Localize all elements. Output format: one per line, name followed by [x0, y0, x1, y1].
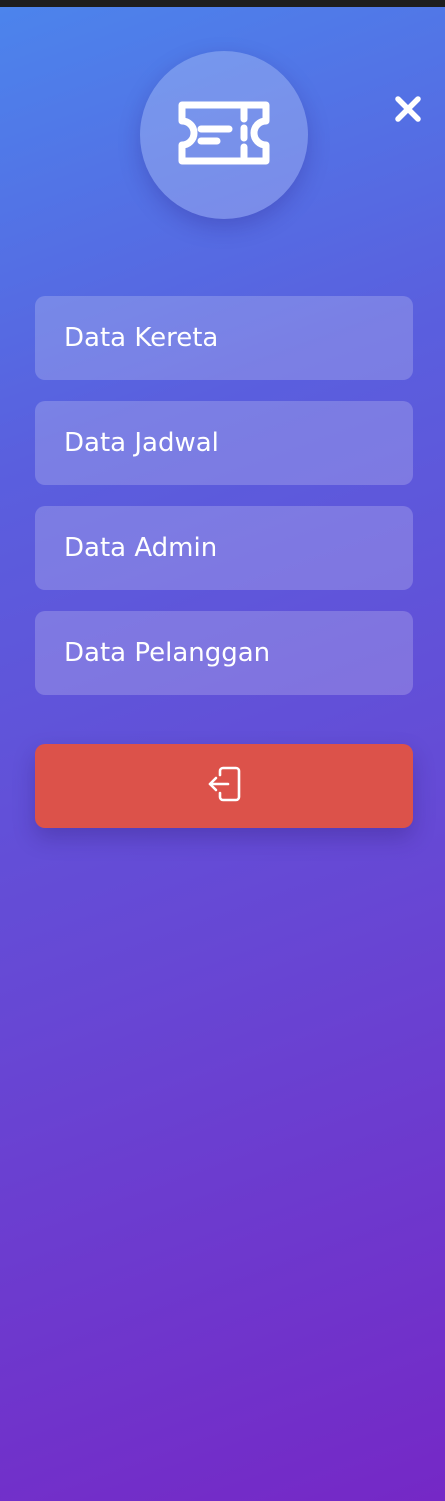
close-icon	[394, 95, 422, 127]
menu-item-data-pelanggan[interactable]: Data Pelanggan	[35, 611, 413, 695]
logout-button[interactable]	[35, 744, 413, 828]
menu-item-label: Data Jadwal	[64, 428, 219, 458]
menu-item-label: Data Admin	[64, 533, 218, 563]
nav-menu: Data Kereta Data Jadwal Data Admin Data …	[35, 296, 413, 716]
menu-item-data-admin[interactable]: Data Admin	[35, 506, 413, 590]
window-top-bar	[0, 0, 445, 7]
logout-icon	[206, 765, 242, 807]
close-button[interactable]	[390, 93, 426, 129]
menu-item-label: Data Kereta	[64, 323, 219, 353]
sidebar-menu-panel: Data Kereta Data Jadwal Data Admin Data …	[0, 7, 445, 1501]
app-logo	[140, 51, 308, 219]
menu-item-label: Data Pelanggan	[64, 638, 271, 668]
menu-item-data-jadwal[interactable]: Data Jadwal	[35, 401, 413, 485]
ticket-icon	[174, 97, 274, 173]
menu-item-data-kereta[interactable]: Data Kereta	[35, 296, 413, 380]
